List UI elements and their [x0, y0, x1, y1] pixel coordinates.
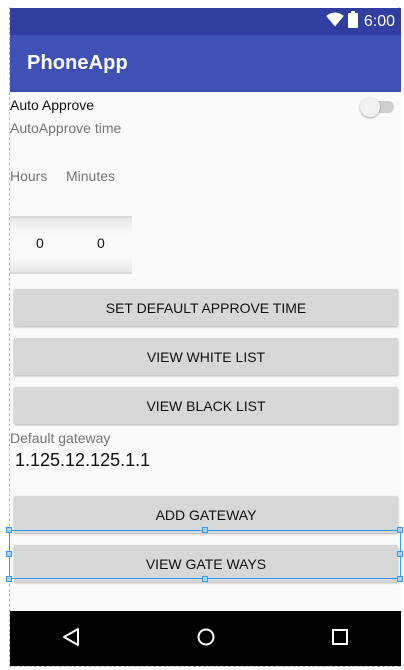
resize-handle[interactable] — [202, 527, 208, 533]
resize-handle[interactable] — [397, 551, 403, 557]
status-bar: 6:00 — [10, 8, 401, 35]
resize-handle[interactable] — [6, 527, 12, 533]
battery-icon — [347, 11, 358, 33]
recents-icon[interactable] — [331, 627, 349, 652]
time-picker: 0 0 — [10, 216, 132, 274]
approve-time-label: AutoApprove time — [10, 120, 122, 136]
resize-handle[interactable] — [397, 576, 403, 582]
auto-approve-label: Auto Approve — [10, 97, 95, 113]
auto-approve-switch[interactable] — [360, 97, 396, 117]
back-icon[interactable] — [62, 627, 80, 652]
minutes-picker[interactable]: 0 — [97, 235, 105, 251]
navigation-bar — [10, 611, 401, 666]
app-title: PhoneApp — [27, 52, 128, 74]
resize-handle[interactable] — [6, 551, 12, 557]
resize-handle[interactable] — [6, 576, 12, 582]
set-default-approve-time-button[interactable]: SET DEFAULT APPROVE TIME — [14, 289, 398, 326]
hours-label: Hours — [10, 168, 48, 184]
view-black-list-button[interactable]: VIEW BLACK LIST — [14, 387, 398, 424]
resize-handle[interactable] — [397, 527, 403, 533]
default-gateway-value: 1.125.12.125.1.1 — [15, 450, 151, 470]
app-bar: PhoneApp — [10, 35, 401, 92]
status-clock: 6:00 — [363, 13, 395, 30]
hours-picker[interactable]: 0 — [36, 235, 44, 251]
home-icon[interactable] — [196, 627, 216, 652]
view-white-list-button[interactable]: VIEW WHITE LIST — [14, 338, 398, 375]
selection-box — [9, 530, 401, 579]
wifi-icon — [326, 12, 344, 32]
resize-handle[interactable] — [202, 576, 208, 582]
minutes-label: Minutes — [66, 168, 116, 184]
switch-thumb — [360, 97, 380, 117]
default-gateway-label: Default gateway — [10, 430, 111, 446]
